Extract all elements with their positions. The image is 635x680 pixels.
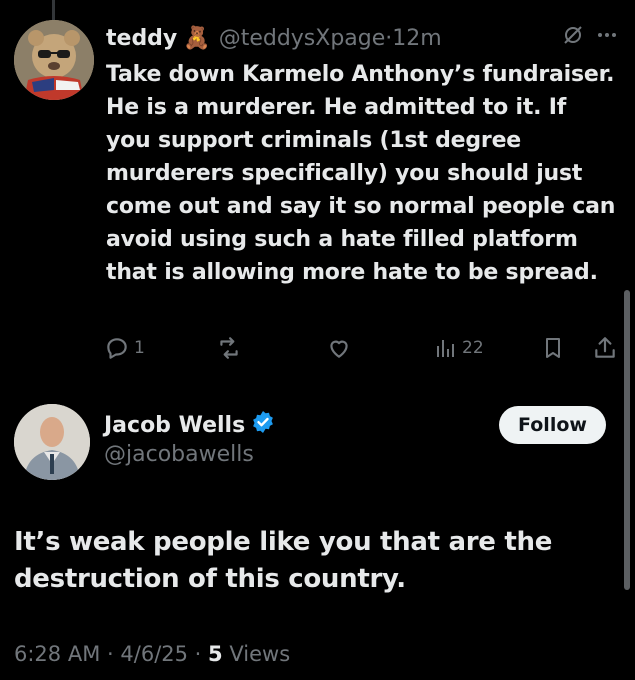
tweet-actions: 1 22 xyxy=(104,332,620,364)
views-count: 22 xyxy=(462,338,484,358)
reply-to-tweet[interactable]: teddy 🧸 @teddysXpage · 12m Take down Kar… xyxy=(106,20,618,289)
tweet-date[interactable]: 4/6/25 xyxy=(120,642,188,666)
avatar-jacob-wells[interactable] xyxy=(14,404,90,480)
tweet-text: It’s weak people like you that are the d… xyxy=(14,527,553,594)
views-icon xyxy=(434,335,458,361)
retweet-button[interactable] xyxy=(216,332,242,364)
handle[interactable]: @teddysXpage xyxy=(219,26,386,51)
bear-emoji: 🧸 xyxy=(183,25,211,51)
views-label: Views xyxy=(229,642,291,666)
tweet-time[interactable]: 6:28 AM xyxy=(14,642,100,666)
author-name-row: Jacob Wells xyxy=(104,410,275,440)
like-button[interactable] xyxy=(326,332,352,364)
views-count: 5 xyxy=(208,642,223,666)
reply-count: 1 xyxy=(134,338,145,358)
scrollbar[interactable] xyxy=(624,290,630,590)
verified-badge-icon[interactable] xyxy=(251,410,275,440)
reply-icon xyxy=(104,335,130,361)
avatar-teddy[interactable] xyxy=(14,20,94,100)
separator-dot: · xyxy=(385,25,393,51)
more-icon[interactable] xyxy=(596,24,618,52)
tweet-metadata: 6:28 AM · 4/6/25 · 5 Views xyxy=(14,642,290,666)
share-icon xyxy=(592,335,618,361)
share-button[interactable] xyxy=(592,332,618,364)
bookmark-button[interactable] xyxy=(541,332,565,364)
tweet-text: Take down Karmelo Anthony’s fundraiser. … xyxy=(106,62,616,285)
bookmark-icon xyxy=(541,335,565,361)
timestamp[interactable]: 12m xyxy=(392,26,441,51)
separator-dot: · xyxy=(107,642,114,666)
tweet-header: teddy 🧸 @teddysXpage · 12m xyxy=(106,20,618,56)
grok-icon[interactable] xyxy=(562,24,584,52)
like-icon xyxy=(326,335,352,361)
separator-dot: · xyxy=(194,642,202,666)
display-name[interactable]: Jacob Wells xyxy=(104,413,245,438)
follow-button[interactable]: Follow xyxy=(499,406,606,444)
display-name[interactable]: teddy xyxy=(106,26,177,51)
thread-connector-line xyxy=(52,0,55,20)
author-handle[interactable]: @jacobawells xyxy=(104,442,254,467)
views-button[interactable]: 22 xyxy=(434,332,484,364)
retweet-icon xyxy=(216,335,242,361)
reply-button[interactable]: 1 xyxy=(104,332,145,364)
